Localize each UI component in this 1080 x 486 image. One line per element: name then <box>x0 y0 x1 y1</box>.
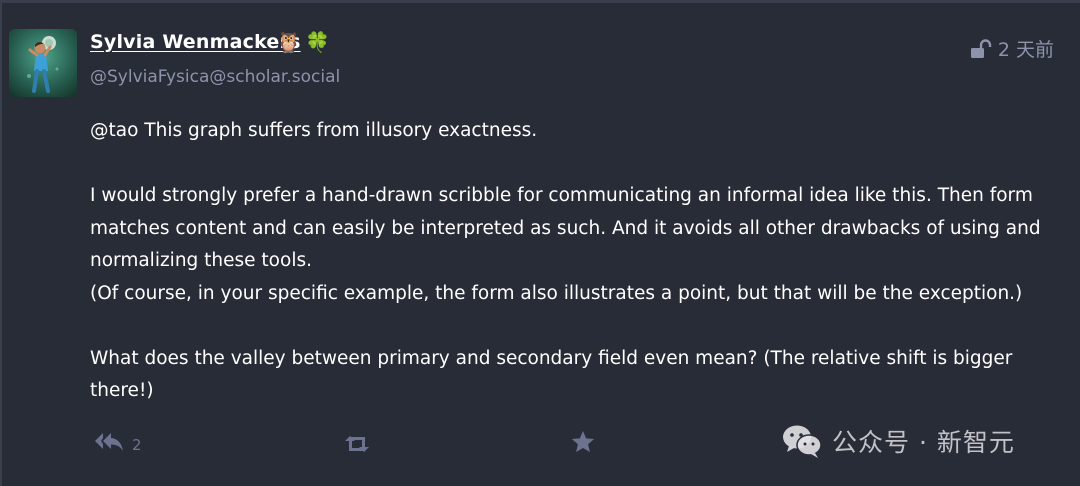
avatar[interactable] <box>9 29 77 97</box>
unlock-icon <box>970 38 992 59</box>
content-line: @tao This graph suffers from illusory ex… <box>90 120 538 141</box>
star-icon <box>570 429 596 459</box>
content-line: (Of course, in your specific example, th… <box>90 282 1023 304</box>
owl-emoji-icon: 🦉 <box>276 30 301 54</box>
account-handle: @SylviaFysica@scholar.social <box>90 67 341 87</box>
watermark-text: 公众号 · 新智元 <box>832 428 1015 457</box>
content-paragraph: What does the valley between primary and… <box>90 343 1050 408</box>
display-name[interactable]: Sylvia Wenmackers <box>90 31 301 53</box>
status-content: @tao This graph suffers from illusory ex… <box>90 115 1050 408</box>
boost-button[interactable] <box>342 433 372 459</box>
clover-emoji-icon: 🍀 <box>305 30 330 54</box>
favourite-button[interactable] <box>570 429 596 459</box>
content-line: I would strongly prefer a hand-drawn scr… <box>90 185 1041 271</box>
reply-all-icon <box>94 430 124 460</box>
reply-button[interactable]: 2 <box>94 430 142 460</box>
relative-timestamp[interactable]: 2 天前 <box>998 35 1054 62</box>
wechat-icon <box>782 423 822 459</box>
content-paragraph: I would strongly prefer a hand-drawn scr… <box>90 180 1050 310</box>
content-paragraph: @tao This graph suffers from illusory ex… <box>90 115 1050 148</box>
status-meta: 2 天前 <box>970 35 1054 62</box>
content-line: What does the valley between primary and… <box>90 347 1013 402</box>
boost-icon <box>342 433 372 459</box>
watermark: 公众号 · 新智元 <box>782 423 1015 459</box>
status-card: Sylvia Wenmackers 🦉 🍀 @SylviaFysica@scho… <box>0 3 1080 486</box>
reply-count: 2 <box>132 436 142 454</box>
